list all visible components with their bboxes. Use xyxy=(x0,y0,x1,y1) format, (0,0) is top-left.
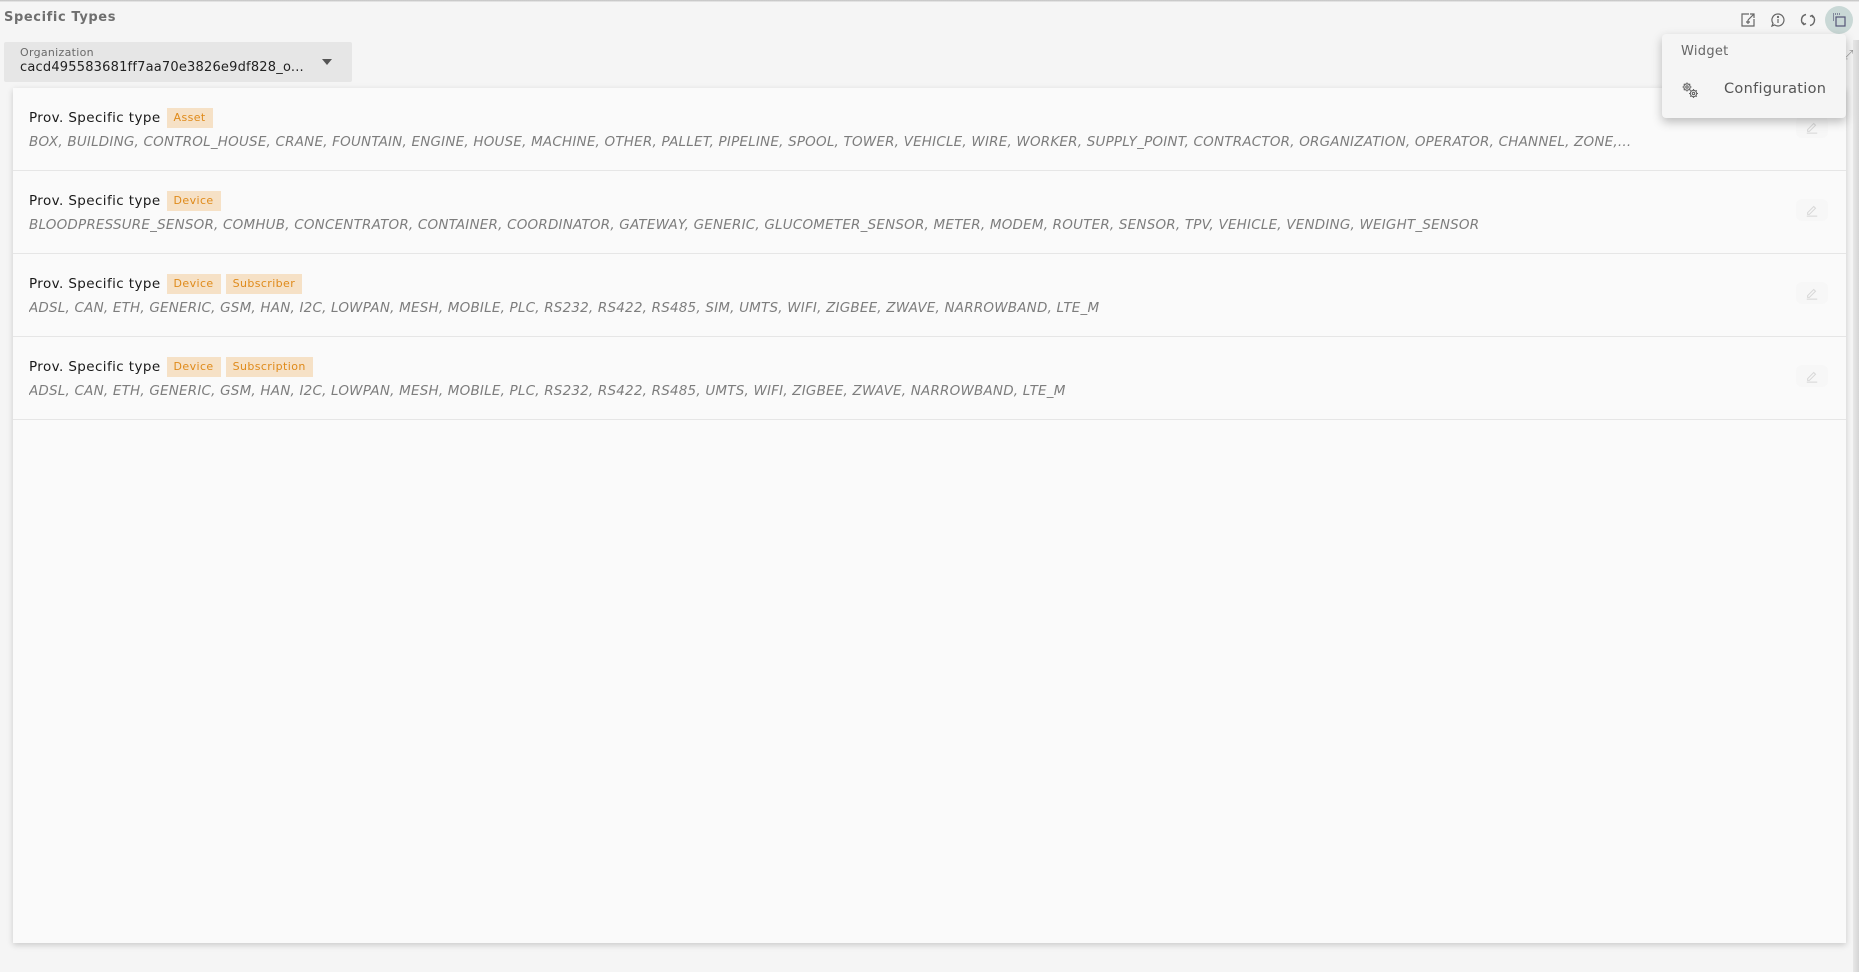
list-item: Prov. Specific type Device Subscription … xyxy=(13,337,1846,420)
list-item: Prov. Specific type Device Subscriber AD… xyxy=(13,254,1846,337)
popup-heading: Widget xyxy=(1681,44,1729,59)
top-edge xyxy=(0,0,1859,2)
list-item: Prov. Specific type Asset BOX, BUILDING,… xyxy=(13,88,1846,171)
gears-icon xyxy=(1682,82,1698,98)
refresh-icon xyxy=(1800,13,1816,27)
export-icon xyxy=(1741,13,1755,27)
organization-value: cacd495583681ff7aa70e3826e9df828_o... xyxy=(20,60,304,75)
scrollbar[interactable] xyxy=(1853,40,1859,972)
widget-title: Specific Types xyxy=(4,10,117,25)
export-button[interactable] xyxy=(1735,7,1761,33)
pencil-icon xyxy=(1806,122,1818,134)
refresh-button[interactable] xyxy=(1795,7,1821,33)
menu-item-configuration[interactable]: Configuration xyxy=(1662,72,1846,108)
row-description: ADSL, CAN, ETH, GENERIC, GSM, HAN, I2C, … xyxy=(29,300,1100,316)
info-icon xyxy=(1770,13,1785,28)
type-badge: Device xyxy=(166,357,221,377)
row-title: Prov. Specific type xyxy=(29,193,161,209)
info-button[interactable] xyxy=(1765,7,1791,33)
organization-select[interactable]: Organization cacd495583681ff7aa70e3826e9… xyxy=(4,42,352,82)
pencil-icon xyxy=(1806,205,1818,217)
pencil-icon xyxy=(1806,371,1818,383)
row-description: BOX, BUILDING, CONTROL_HOUSE, CRANE, FOU… xyxy=(29,134,1632,150)
type-badge: Asset xyxy=(166,108,213,128)
list-item: Prov. Specific type Device BLOODPRESSURE… xyxy=(13,171,1846,254)
edit-button[interactable] xyxy=(1796,365,1828,387)
type-badge: Subscriber xyxy=(225,274,303,294)
widget-header-toolbar xyxy=(1735,6,1853,34)
row-title: Prov. Specific type xyxy=(29,359,161,375)
chevron-down-icon xyxy=(322,59,332,65)
edit-button[interactable] xyxy=(1796,282,1828,304)
type-badge: Subscription xyxy=(225,357,313,377)
widget-popup-menu: Widget Configuration xyxy=(1662,34,1846,118)
row-description: BLOODPRESSURE_SENSOR, COMHUB, CONCENTRAT… xyxy=(29,217,1480,233)
type-badge: Device xyxy=(166,274,221,294)
edit-button[interactable] xyxy=(1796,199,1828,221)
organization-label: Organization xyxy=(20,46,94,59)
edit-button[interactable] xyxy=(1796,116,1828,138)
specific-types-list: Prov. Specific type Asset BOX, BUILDING,… xyxy=(13,88,1846,943)
widget-menu-button[interactable] xyxy=(1825,6,1853,34)
type-badge: Device xyxy=(166,191,221,211)
menu-item-label: Configuration xyxy=(1724,81,1827,97)
row-title: Prov. Specific type xyxy=(29,110,161,126)
row-title: Prov. Specific type xyxy=(29,276,161,292)
row-description: ADSL, CAN, ETH, GENERIC, GSM, HAN, I2C, … xyxy=(29,383,1066,399)
pencil-icon xyxy=(1806,288,1818,300)
widget-menu-icon xyxy=(1833,13,1846,27)
